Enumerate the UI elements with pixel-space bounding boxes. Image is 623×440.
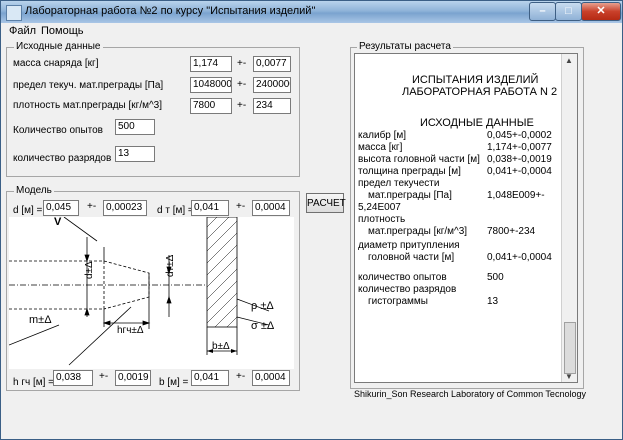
pm-sign: +- xyxy=(237,79,247,90)
pm-sign: +- xyxy=(237,58,247,69)
dt-label: d т [м] = xyxy=(157,205,194,216)
app-icon xyxy=(6,5,22,21)
hgch-label: h гч [м] = xyxy=(13,377,55,388)
mass-dim-label: m±Δ xyxy=(29,314,52,326)
results-title2: ЛАБОРАТОРНАЯ РАБОТА N 2 xyxy=(402,86,558,98)
pm-sign: +- xyxy=(87,201,97,212)
exp-val: 500 xyxy=(487,272,504,283)
bins-sub: гистограммы xyxy=(368,296,428,307)
pm-sign: +- xyxy=(236,371,246,382)
bins-label: количество разрядов xyxy=(13,153,112,164)
menu-help[interactable]: Помощь xyxy=(41,25,84,37)
results-scrollbar[interactable]: ▲ ▼ xyxy=(561,54,577,382)
b-tol-input[interactable]: 0,0004 xyxy=(252,370,290,386)
bins-input[interactable]: 13 xyxy=(115,146,155,162)
minimize-button[interactable]: – xyxy=(529,2,556,21)
dt-dim-label: dт±Δ xyxy=(165,254,176,277)
result-row-value: 0,041+-0,0004 xyxy=(487,166,552,177)
result-row-value: 0,038+-0,0019 xyxy=(487,154,552,165)
experiments-label: Количество опытов xyxy=(13,125,103,136)
window-title: Лабораторная работа №2 по курсу "Испытан… xyxy=(25,5,316,17)
footer-credit: Shikurin_Son Research Laboratory of Comm… xyxy=(354,389,586,399)
scroll-down-icon[interactable]: ▼ xyxy=(565,372,573,381)
density-sub: мат.преграды [кг/м^3] xyxy=(368,226,468,237)
result-row-label: толщина преграды [м] xyxy=(358,166,461,177)
density-val: 7800+-234 xyxy=(487,226,536,237)
density-input[interactable]: 7800 xyxy=(190,98,232,114)
results-section: ИСХОДНЫЕ ДАННЫЕ xyxy=(420,117,534,129)
exp-label: количество опытов xyxy=(358,272,447,283)
results-title1: ИСПЫТАНИЯ ИЗДЕЛИЙ xyxy=(412,74,539,86)
hgch-input[interactable]: 0,038 xyxy=(53,370,93,386)
projectile-diagram: V d±Δ dт±Δ m±Δ hгч±Δ ρ ±Δ σ ±Δ b±Δ xyxy=(8,216,294,369)
yield-sub: мат.преграды [Па] xyxy=(368,190,452,201)
density-head: плотность xyxy=(358,214,406,225)
menu-bar: Файл Помощь xyxy=(1,23,622,40)
pm-sign: +- xyxy=(237,100,247,111)
main-window: Лабораторная работа №2 по курсу "Испытан… xyxy=(0,0,623,440)
experiments-input[interactable]: 500 xyxy=(115,119,155,135)
yield-head: предел текучести xyxy=(358,178,440,189)
mass-input[interactable]: 1,174 xyxy=(190,56,232,72)
target-plate xyxy=(206,216,270,355)
pm-sign: +- xyxy=(99,371,109,382)
mass-label: масса снаряда [кг] xyxy=(13,58,99,69)
density-label: плотность мат.преграды [кг/м^3] xyxy=(13,100,162,111)
d-label: d [м] = xyxy=(13,205,43,216)
hch-dim-label: hгч±Δ xyxy=(117,325,144,336)
title-bar: Лабораторная работа №2 по курсу "Испытан… xyxy=(1,1,622,23)
scroll-thumb[interactable] xyxy=(564,322,576,374)
projectile-shape xyxy=(8,216,209,366)
b-label: b [м] = xyxy=(159,377,189,388)
close-button[interactable]: ✕ xyxy=(581,2,621,21)
rho-label: ρ ±Δ xyxy=(251,300,274,312)
model-group-label: Модель xyxy=(14,185,54,196)
yield-label: предел текуч. мат.преграды [Па] xyxy=(13,80,164,91)
density-tol-input[interactable]: 234 xyxy=(253,98,291,114)
dt-input[interactable]: 0,041 xyxy=(191,200,229,216)
menu-file[interactable]: Файл xyxy=(9,25,36,37)
dt-tol-input[interactable]: 0,0004 xyxy=(252,200,290,216)
input-group-label: Исходные данные xyxy=(14,41,103,52)
yield-val2: 5,24E007 xyxy=(358,202,401,213)
velocity-label: V xyxy=(54,217,62,228)
yield-tol-input[interactable]: 2400000 xyxy=(253,77,291,93)
mass-tol-input[interactable]: 0,0077 xyxy=(253,56,291,72)
results-textbox[interactable]: ИСПЫТАНИЯ ИЗДЕЛИЙ ЛАБОРАТОРНАЯ РАБОТА N … xyxy=(354,53,578,383)
d-tol-input[interactable]: 0,00023 xyxy=(103,200,147,216)
result-row-label: высота головной части [м] xyxy=(358,154,480,165)
result-row-value: 0,045+-0,0002 xyxy=(487,130,552,141)
scroll-up-icon[interactable]: ▲ xyxy=(565,56,573,65)
b-dim-label: b±Δ xyxy=(212,341,230,352)
dia-val: 0,041+-0,0004 xyxy=(487,252,552,263)
maximize-button[interactable]: □ xyxy=(555,2,582,21)
sigma-label: σ ±Δ xyxy=(251,320,275,332)
results-group-label: Результаты расчета xyxy=(357,41,453,52)
hgch-tol-input[interactable]: 0,0019 xyxy=(115,370,151,386)
pm-sign: +- xyxy=(236,201,246,212)
dia-sub: головной части [м] xyxy=(368,252,455,263)
d-input[interactable]: 0,045 xyxy=(43,200,79,216)
result-row-label: масса [кг] xyxy=(358,142,403,153)
yield-val: 1,048E009+- xyxy=(487,190,545,201)
dia-head: диаметр притупления xyxy=(358,240,460,251)
calculate-button[interactable]: РАСЧЕТ xyxy=(306,193,346,213)
result-row-value: 1,174+-0,0077 xyxy=(487,142,552,153)
b-input[interactable]: 0,041 xyxy=(191,370,229,386)
result-row-label: калибр [м] xyxy=(358,130,407,141)
bins-head: количество разрядов xyxy=(358,284,457,295)
yield-input[interactable]: 1048000 xyxy=(190,77,232,93)
bins-val: 13 xyxy=(487,296,499,307)
d-dim-label: d±Δ xyxy=(84,261,95,279)
